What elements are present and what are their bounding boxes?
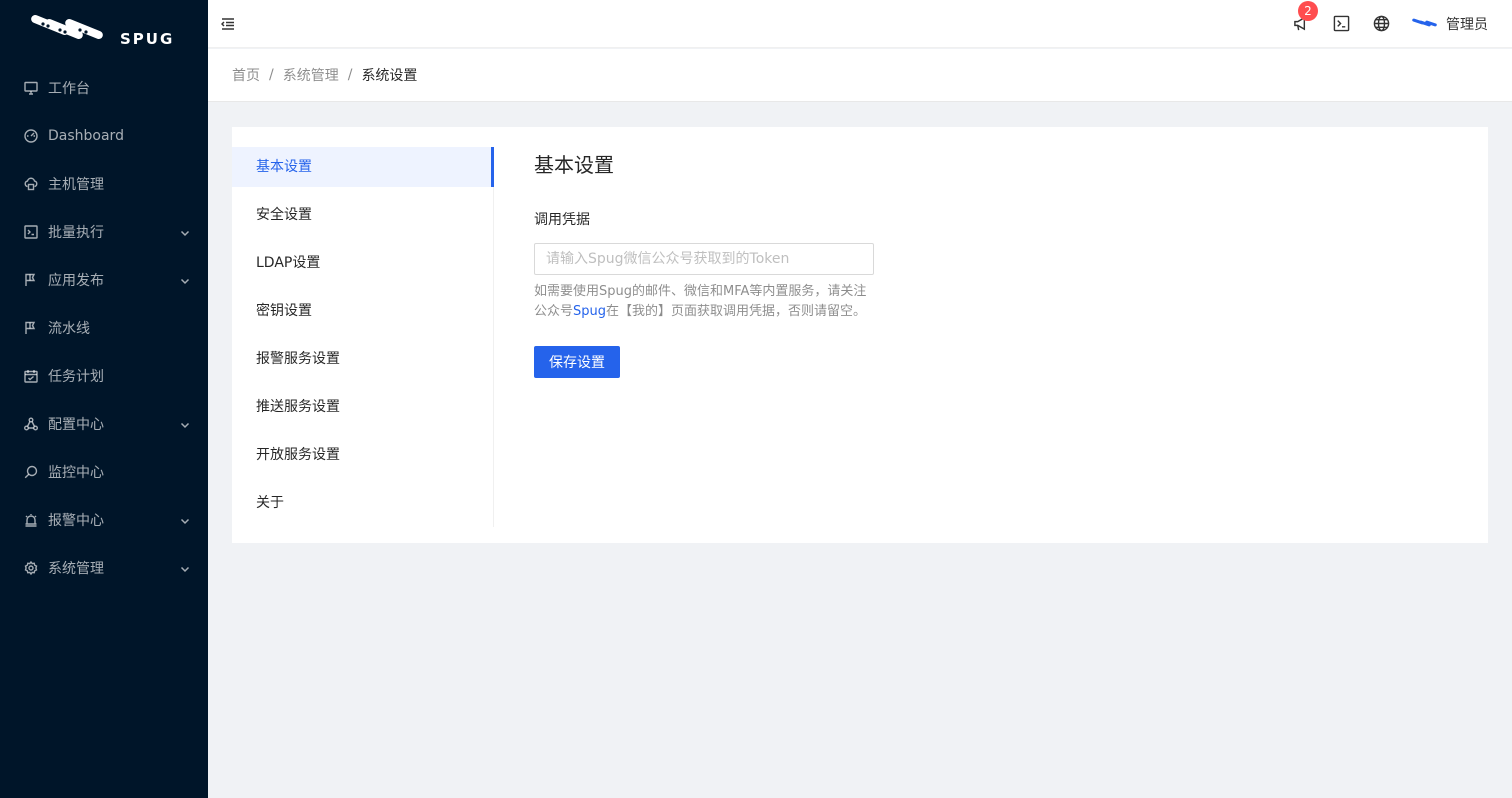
token-input[interactable]	[534, 243, 874, 275]
setting-icon	[24, 561, 38, 575]
code-icon	[24, 225, 38, 239]
settings-menu-open-service[interactable]: 开放服务设置	[232, 435, 493, 475]
sidebar-item-hosts[interactable]: 主机管理	[0, 164, 208, 204]
flag-icon	[24, 273, 38, 287]
breadcrumb-home[interactable]: 首页	[232, 65, 260, 85]
top-header: 2 管理员	[208, 0, 1512, 48]
settings-menu-keys[interactable]: 密钥设置	[232, 291, 493, 331]
help-text-2: 在【我的】页面获取调用凭据，否则请留空。	[606, 304, 867, 319]
sidebar-item-label: 配置中心	[48, 417, 104, 433]
notification-badge: 2	[1298, 0, 1318, 21]
logo[interactable]: SPUG	[0, 0, 208, 64]
settings-menu-push-service[interactable]: 推送服务设置	[232, 387, 493, 427]
settings-menu-security[interactable]: 安全设置	[232, 195, 493, 235]
chevron-down-icon	[180, 226, 190, 237]
sidebar-item-label: Dashboard	[48, 128, 124, 144]
alert-icon	[24, 513, 38, 527]
chevron-down-icon	[180, 418, 190, 429]
monitor-icon	[24, 465, 38, 479]
page-title: 基本设置	[534, 153, 614, 177]
deployment-unit-icon	[24, 417, 38, 431]
settings-card: 基本设置 安全设置 LDAP设置 密钥设置 报警服务设置 推送服务设置 开放服务…	[232, 127, 1488, 543]
sidebar-item-workbench[interactable]: 工作台	[0, 68, 208, 108]
terminal-icon	[1333, 15, 1349, 32]
terminal-button[interactable]	[1332, 15, 1350, 33]
sidebar: SPUG 工作台 Dashboard 主机管理 批量执行 应用发布 流水线 任务…	[0, 0, 208, 798]
breadcrumb-current: 系统设置	[361, 68, 418, 84]
settings-menu-ldap[interactable]: LDAP设置	[232, 243, 493, 283]
save-button[interactable]: 保存设置	[534, 346, 620, 378]
breadcrumb-separator: /	[347, 67, 353, 83]
breadcrumb-separator: /	[269, 67, 274, 83]
spug-logo-icon	[31, 15, 103, 39]
token-field-label: 调用凭据	[534, 212, 590, 228]
settings-menu-basic[interactable]: 基本设置	[232, 147, 494, 187]
sidebar-item-label: 任务计划	[48, 369, 104, 385]
sidebar-item-label: 报警中心	[48, 513, 104, 529]
user-menu[interactable]: 管理员	[1412, 14, 1488, 34]
avatar	[1412, 18, 1437, 26]
chevron-down-icon	[180, 562, 190, 573]
chevron-down-icon	[180, 514, 190, 525]
sidebar-item-label: 工作台	[48, 81, 90, 97]
breadcrumb: 首页 / 系统管理 / 系统设置	[208, 49, 1512, 102]
globe-icon	[1373, 15, 1389, 32]
chevron-down-icon	[180, 274, 190, 285]
dashboard-icon	[24, 129, 38, 143]
sidebar-item-alarm[interactable]: 报警中心	[0, 500, 208, 540]
spug-link[interactable]: Spug	[573, 304, 606, 319]
menu-fold-icon	[221, 17, 234, 30]
token-help-text: 如需要使用Spug的邮件、微信和MFA等内置服务，请关注公众号Spug在【我的】…	[534, 282, 874, 322]
sidebar-item-batch-exec[interactable]: 批量执行	[0, 212, 208, 252]
sidebar-item-label: 应用发布	[48, 273, 104, 289]
language-button[interactable]	[1372, 15, 1390, 33]
logo-text: SPUG	[120, 30, 175, 48]
settings-menu: 基本设置 安全设置 LDAP设置 密钥设置 报警服务设置 推送服务设置 开放服务…	[232, 147, 494, 527]
schedule-icon	[24, 369, 38, 383]
sidebar-item-deploy[interactable]: 应用发布	[0, 260, 208, 300]
sidebar-item-monitor[interactable]: 监控中心	[0, 452, 208, 492]
sidebar-item-label: 监控中心	[48, 465, 104, 481]
cloud-server-icon	[24, 177, 38, 191]
sidebar-item-system[interactable]: 系统管理	[0, 548, 208, 588]
header-actions: 2 管理员	[1270, 0, 1512, 34]
user-name: 管理员	[1446, 16, 1488, 33]
desktop-icon	[24, 81, 38, 95]
basic-settings-pane: 基本设置 调用凭据 如需要使用Spug的邮件、微信和MFA等内置服务，请关注公众…	[534, 151, 1134, 378]
sidebar-item-label: 系统管理	[48, 561, 104, 577]
notification-button[interactable]: 2	[1292, 0, 1318, 33]
sidebar-item-label: 批量执行	[48, 225, 104, 241]
sidebar-item-label: 流水线	[48, 321, 90, 337]
sidebar-item-config[interactable]: 配置中心	[0, 404, 208, 444]
flag-icon	[24, 321, 38, 335]
breadcrumb-system[interactable]: 系统管理	[283, 65, 339, 85]
settings-menu-about[interactable]: 关于	[232, 483, 493, 523]
sidebar-item-pipeline[interactable]: 流水线	[0, 308, 208, 348]
sidebar-item-schedule[interactable]: 任务计划	[0, 356, 208, 396]
menu-fold-button[interactable]	[220, 16, 236, 32]
sidebar-item-dashboard[interactable]: Dashboard	[0, 116, 208, 156]
settings-menu-alarm-service[interactable]: 报警服务设置	[232, 339, 493, 379]
sidebar-menu: 工作台 Dashboard 主机管理 批量执行 应用发布 流水线 任务计划 配置…	[0, 68, 208, 588]
sidebar-item-label: 主机管理	[48, 177, 104, 193]
